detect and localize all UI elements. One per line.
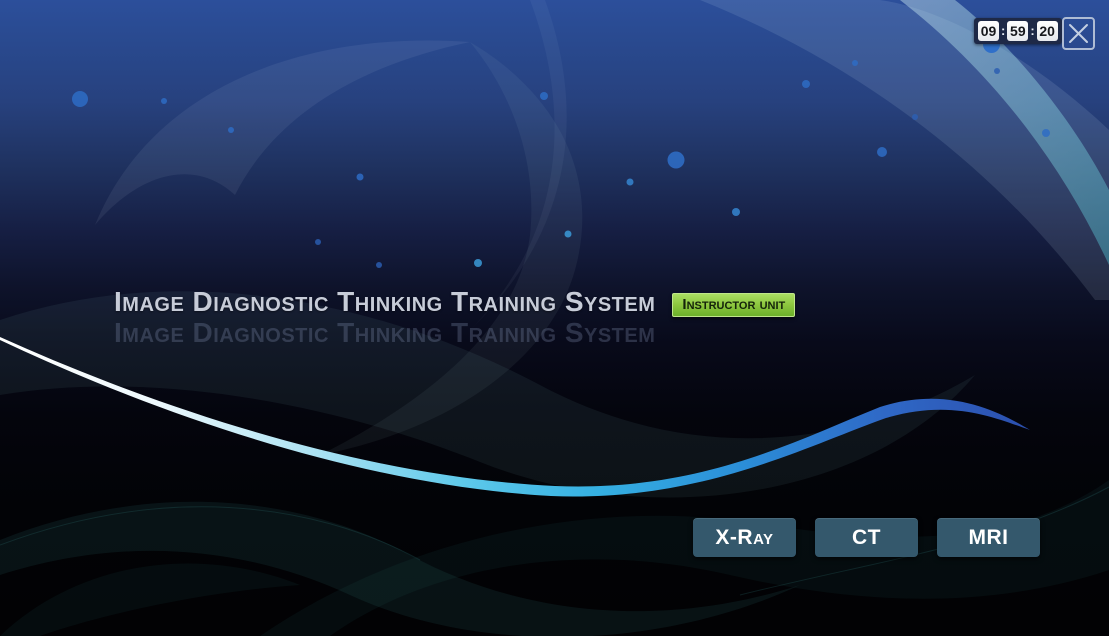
clock-colon: :: [1030, 21, 1034, 41]
title-block: Image Diagnostic Thinking Training Syste…: [114, 285, 795, 349]
close-button[interactable]: [1062, 17, 1095, 50]
mri-button[interactable]: MRI: [937, 518, 1040, 557]
clock-minutes: 59: [1007, 21, 1028, 41]
page-title-reflection: Image Diagnostic Thinking Training Syste…: [114, 316, 795, 350]
page-title: Image Diagnostic Thinking Training Syste…: [114, 285, 655, 319]
ct-button[interactable]: CT: [815, 518, 918, 557]
clock-colon: :: [1001, 21, 1005, 41]
app-window: 09 : 59 : 20 Image Diagnostic Thinking T…: [0, 0, 1109, 636]
clock: 09 : 59 : 20: [974, 18, 1062, 44]
clock-seconds: 20: [1037, 21, 1058, 41]
wave-ribbons: [0, 0, 1109, 560]
clock-plate: 09 : 59 : 20: [974, 18, 1062, 44]
x-ray-button[interactable]: X-Ray: [693, 518, 796, 557]
close-icon: [1068, 23, 1089, 44]
bottom-waves: [0, 480, 1109, 636]
instructor-unit-badge: Instructor unit: [672, 293, 795, 317]
clock-hours: 09: [978, 21, 999, 41]
modality-menu: X-Ray CT MRI: [693, 518, 1040, 557]
